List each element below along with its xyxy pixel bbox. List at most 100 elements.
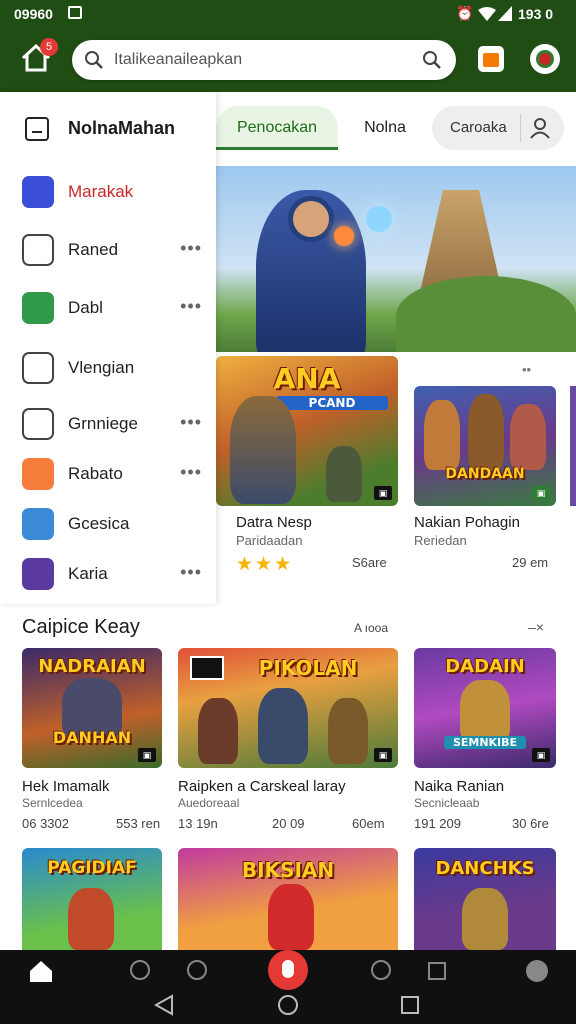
grid-card-3-art[interactable]: DADAIN SEMNKIBE ▣ xyxy=(414,648,556,768)
home-button[interactable]: 5 xyxy=(20,38,58,74)
tab-caroaka-container[interactable]: Caroaka xyxy=(432,106,564,150)
profile-nav-icon[interactable] xyxy=(524,958,550,984)
chat-nav-icon[interactable] xyxy=(184,958,210,984)
tab-nolna[interactable]: Nolna xyxy=(350,106,420,150)
grid-card-1-art[interactable]: NADRAIAN DANHAN ▣ xyxy=(22,648,162,768)
star-rating: ★★★ xyxy=(236,554,294,575)
drawer-item-label: Marakak xyxy=(68,182,134,201)
hero-banner[interactable] xyxy=(216,166,576,352)
hero-head-image xyxy=(288,196,334,242)
person-icon xyxy=(530,118,550,139)
next-card-peek xyxy=(570,386,576,506)
drawer-item-6[interactable]: Gcesica xyxy=(0,500,216,548)
gift-button[interactable] xyxy=(478,46,504,72)
bottom-card-2-character xyxy=(268,884,314,950)
messages-nav-icon[interactable] xyxy=(368,958,394,984)
more-options-icon[interactable]: ••• xyxy=(180,296,202,317)
featured-card-1-art-title: ANA xyxy=(273,362,341,395)
mic-icon xyxy=(282,960,294,978)
colorful-game-icon xyxy=(22,458,54,490)
grid-card-1-art-title: NADRAIAN xyxy=(38,656,146,677)
search-icon xyxy=(85,51,103,69)
purple-game-icon xyxy=(22,558,54,590)
search-input[interactable]: Italikeanaileapkan xyxy=(72,40,456,80)
hill-image xyxy=(396,276,576,352)
home-system-icon[interactable] xyxy=(277,994,299,1016)
drawer-item-label: Gcesica xyxy=(68,514,130,533)
grid-card-2-sub: Auedoreaal xyxy=(178,796,240,810)
age-rating-badge: ▣ xyxy=(374,486,392,500)
grid-card-2-meta-right: 60em xyxy=(352,816,385,831)
grid-card-3-sub: Secnicleaab xyxy=(414,796,480,810)
featured-card-2-meta: 29 em xyxy=(512,555,549,570)
age-rating-badge: ▣ xyxy=(138,748,156,762)
cube-icon xyxy=(22,408,54,440)
search-submit-icon[interactable] xyxy=(422,50,442,70)
drawer-item-0[interactable]: Marakak xyxy=(0,168,216,216)
drawer-item-7[interactable]: Karia ••• xyxy=(0,550,216,598)
more-options-icon[interactable]: ••• xyxy=(180,562,202,583)
drawer-item-label: Raned xyxy=(68,240,119,259)
recents-system-icon[interactable] xyxy=(400,995,420,1015)
grid-card-2-art[interactable]: PIKOLAN ▣ xyxy=(178,648,398,768)
featured-card-2-character-2 xyxy=(468,394,504,470)
drawer-item-label: Dabl xyxy=(68,298,103,317)
drawer-item-4[interactable]: Grnniege ••• xyxy=(0,400,216,448)
bottom-card-1-art-title: PAGIDIAF xyxy=(47,858,137,878)
more-dots-icon[interactable]: •• xyxy=(522,362,531,377)
hero-emblem xyxy=(334,226,354,246)
bottom-card-3-character xyxy=(462,888,508,950)
center-action-button[interactable] xyxy=(268,950,308,990)
bottom-card-3-art[interactable]: DANCHKS xyxy=(414,848,556,950)
more-options-icon[interactable]: ••• xyxy=(180,462,202,483)
drawer-item-1[interactable]: Raned ••• xyxy=(0,226,216,274)
featured-card-2-character-3 xyxy=(510,404,546,470)
sword-icon xyxy=(22,292,54,324)
grid-card-3-character xyxy=(460,680,510,742)
drawer-item-3[interactable]: Vlengian xyxy=(0,344,216,392)
drawer-item-label: Vlengian xyxy=(68,358,135,377)
more-options-icon[interactable]: ••• xyxy=(180,238,202,259)
profile-avatar[interactable] xyxy=(530,44,560,74)
game-shield-icon xyxy=(22,176,54,208)
grid-card-1-name: Hek Imamalk xyxy=(22,778,110,795)
bottom-card-1-art[interactable]: PAGIDIAF xyxy=(22,848,162,950)
back-system-icon[interactable] xyxy=(154,994,174,1016)
featured-card-1-art-subtitle: PCAND xyxy=(276,396,388,410)
age-rating-badge: ▣ xyxy=(374,748,392,762)
bottom-card-2-art[interactable]: BIKSIAN xyxy=(178,848,398,950)
featured-card-2-sub: Reriedan xyxy=(414,533,467,548)
grid-card-2-character-2 xyxy=(258,688,308,764)
status-time: 193 0 xyxy=(518,6,554,22)
more-options-icon[interactable]: ••• xyxy=(180,412,202,433)
grid-card-2-name: Raipken a Carskeal laray xyxy=(178,778,346,795)
featured-card-1-meta: S6are xyxy=(352,555,387,570)
home-nav-icon[interactable] xyxy=(28,958,54,984)
drawer-header[interactable]: NolnaMahan xyxy=(0,104,216,152)
search-nav-icon[interactable] xyxy=(128,958,154,984)
tab-divider xyxy=(520,114,521,142)
tab-caroaka: Caroaka xyxy=(450,119,507,136)
drawer-item-2[interactable]: Dabl ••• xyxy=(0,284,216,332)
grid-card-1-meta-right: 553 ren xyxy=(116,816,161,831)
featured-card-1-art[interactable]: ANA PCAND ▣ xyxy=(216,356,398,506)
puzzle-nav-icon[interactable] xyxy=(424,958,450,984)
grid-card-3-name: Naika Ranian xyxy=(414,778,505,795)
search-placeholder: Italikeanaileapkan xyxy=(114,51,243,68)
grid-card-3-art-title: DADAIN xyxy=(445,656,525,677)
grid-card-3-meta-left: 191 209 xyxy=(414,816,461,831)
wifi-icon xyxy=(478,7,496,21)
section-action[interactable]: A ıooa xyxy=(354,621,388,635)
gift-icon xyxy=(483,53,499,67)
tab-penocakan[interactable]: Penocakan xyxy=(216,106,338,150)
section-title: Caipice Keay xyxy=(22,616,140,638)
featured-card-1-enemy xyxy=(326,446,362,502)
grid-card-1-meta-left: 06 3302 xyxy=(22,816,69,831)
grid-card-3-art-subtitle: SEMNKIBE xyxy=(444,736,526,749)
grid-card-1-art-subtitle: DANHAN xyxy=(52,728,132,747)
drawer-item-5[interactable]: Rabato ••• xyxy=(0,450,216,498)
age-rating-badge: ▣ xyxy=(532,748,550,762)
featured-card-1-character xyxy=(230,396,296,504)
section-close-icon[interactable]: –× xyxy=(528,619,544,635)
featured-card-2-art[interactable]: DANDAAN ▣ xyxy=(414,386,556,506)
